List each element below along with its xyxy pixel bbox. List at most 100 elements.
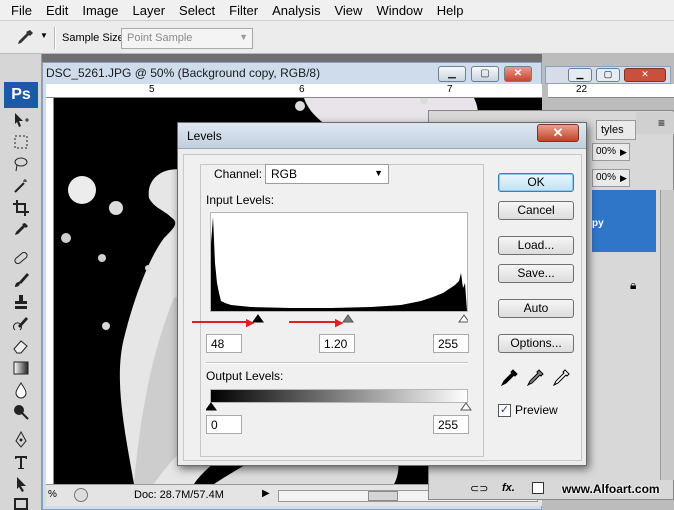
link-layers-icon[interactable]: ⊂⊃ (470, 482, 488, 495)
channel-value: RGB (271, 167, 298, 181)
document-title: DSC_5261.JPG @ 50% (Background copy, RGB… (46, 66, 321, 80)
input-levels-label: Input Levels: (206, 193, 275, 207)
lock-icon: 🔒︎ (630, 278, 637, 292)
close-button[interactable]: ✕ (537, 124, 579, 142)
white-point-slider (458, 314, 470, 323)
move-icon[interactable] (10, 110, 32, 130)
lasso-icon[interactable] (10, 154, 32, 174)
input-gamma-field[interactable]: 1.20 (319, 334, 355, 353)
healing-brush-icon[interactable] (10, 248, 32, 268)
input-white-field[interactable]: 255 (433, 334, 469, 353)
document-size-info: Doc: 28.7M/57.4M (134, 489, 224, 501)
gray-eyedropper-icon[interactable] (526, 369, 544, 389)
divider (206, 362, 468, 364)
tool-preset-dropdown-icon[interactable]: ▼ (40, 31, 48, 40)
clone-stamp-icon[interactable] (10, 292, 32, 312)
status-menu-arrow-icon[interactable]: ▶ (262, 488, 270, 499)
output-white-field[interactable]: 255 (433, 415, 469, 434)
opacity-arrow-icon[interactable]: ▶ (620, 143, 632, 161)
gradient-icon[interactable] (10, 358, 32, 378)
marquee-icon[interactable] (10, 132, 32, 152)
gamma-slider (342, 314, 354, 323)
maximize-button[interactable]: ▢ (471, 66, 499, 82)
channel-label: Channel: (211, 167, 266, 181)
menu-layer[interactable]: Layer (126, 3, 173, 18)
photoshop-logo: Ps (4, 82, 38, 108)
crop-icon[interactable] (10, 198, 32, 218)
options-button[interactable]: Options... (498, 334, 574, 353)
menu-bar: File Edit Image Layer Select Filter Anal… (0, 0, 674, 21)
layer-name: py (592, 218, 604, 229)
eyedropper-icon[interactable] (14, 27, 36, 49)
preview-label: Preview (515, 403, 558, 417)
menu-analysis[interactable]: Analysis (265, 3, 327, 18)
panel-scrollbar[interactable] (660, 190, 674, 480)
panel-minimize-button[interactable]: ▁ (568, 68, 592, 82)
ruler-label: 22 (576, 84, 588, 95)
fx-icon[interactable]: fx. (502, 482, 515, 494)
ok-button[interactable]: OK (498, 173, 574, 192)
status-icon[interactable] (74, 488, 88, 502)
watermark: www.Alfoart.com (562, 482, 660, 496)
ruler-label: 7 (447, 84, 453, 95)
levels-dialog: Levels ✕ Channel: RGB ▼ Input Levels: ▶ … (177, 122, 587, 466)
tab-styles[interactable]: tyles (596, 120, 636, 140)
panel-maximize-button[interactable]: ▢ (596, 68, 620, 82)
zoom-level[interactable]: % (48, 489, 57, 500)
load-button[interactable]: Load... (498, 236, 574, 255)
annotation-arrow (289, 321, 339, 323)
input-black-field[interactable]: 48 (206, 334, 242, 353)
output-black-slider (205, 402, 217, 411)
preview-checkbox[interactable]: ✓ (498, 404, 511, 417)
ruler-label: 6 (299, 84, 305, 95)
path-selection-icon[interactable] (10, 474, 32, 494)
dodge-icon[interactable] (10, 402, 32, 422)
annotation-arrowhead-icon: ▶ (246, 317, 255, 329)
menu-window[interactable]: Window (369, 3, 429, 18)
cancel-button[interactable]: Cancel (498, 201, 574, 220)
black-eyedropper-icon[interactable] (500, 369, 518, 389)
sample-size-value: Point Sample (127, 32, 193, 44)
eyedropper-icon[interactable] (10, 220, 32, 240)
panel-menu-area: ≡ (636, 112, 674, 134)
pen-icon[interactable] (10, 430, 32, 450)
options-bar: ▼ Sample Size: Point Sample ▼ (0, 21, 674, 54)
panel-close-button[interactable]: ✕ (624, 68, 666, 82)
output-white-slider (460, 402, 472, 411)
save-button[interactable]: Save... (498, 264, 574, 283)
magic-wand-icon[interactable] (10, 176, 32, 196)
sample-size-select[interactable]: Point Sample ▼ (121, 28, 253, 49)
shape-icon[interactable] (10, 494, 32, 510)
fill-arrow-icon[interactable]: ▶ (620, 169, 632, 187)
type-icon[interactable] (10, 452, 32, 472)
menu-filter[interactable]: Filter (222, 3, 265, 18)
ruler-label: 5 (149, 84, 155, 95)
chevron-down-icon: ▼ (374, 168, 383, 178)
output-black-field[interactable]: 0 (206, 415, 242, 434)
annotation-arrowhead-icon: ▶ (335, 317, 344, 329)
close-button[interactable]: ✕ (504, 66, 532, 82)
auto-button[interactable]: Auto (498, 299, 574, 318)
layer-mask-icon[interactable] (532, 482, 544, 494)
white-eyedropper-icon[interactable] (552, 369, 570, 389)
menu-select[interactable]: Select (172, 3, 222, 18)
selected-layer-row[interactable]: py (592, 190, 656, 252)
horizontal-ruler: 5 6 7 (46, 84, 542, 98)
brush-icon[interactable] (10, 270, 32, 290)
menu-view[interactable]: View (327, 3, 369, 18)
menu-image[interactable]: Image (75, 3, 125, 18)
annotation-arrow (192, 321, 250, 323)
histogram-graph (211, 217, 467, 311)
minimize-button[interactable]: ▁ (438, 66, 466, 82)
eraser-icon[interactable] (10, 336, 32, 356)
options-separator (54, 27, 56, 49)
panel-menu-icon[interactable]: ≡ (658, 116, 665, 130)
dialog-title: Levels (187, 129, 222, 143)
menu-help[interactable]: Help (430, 3, 471, 18)
menu-file[interactable]: File (4, 3, 39, 18)
menu-edit[interactable]: Edit (39, 3, 75, 18)
blur-icon[interactable] (10, 380, 32, 400)
channel-select[interactable]: RGB ▼ (265, 164, 389, 184)
scrollbar-thumb[interactable] (368, 491, 398, 501)
history-brush-icon[interactable] (10, 314, 32, 334)
